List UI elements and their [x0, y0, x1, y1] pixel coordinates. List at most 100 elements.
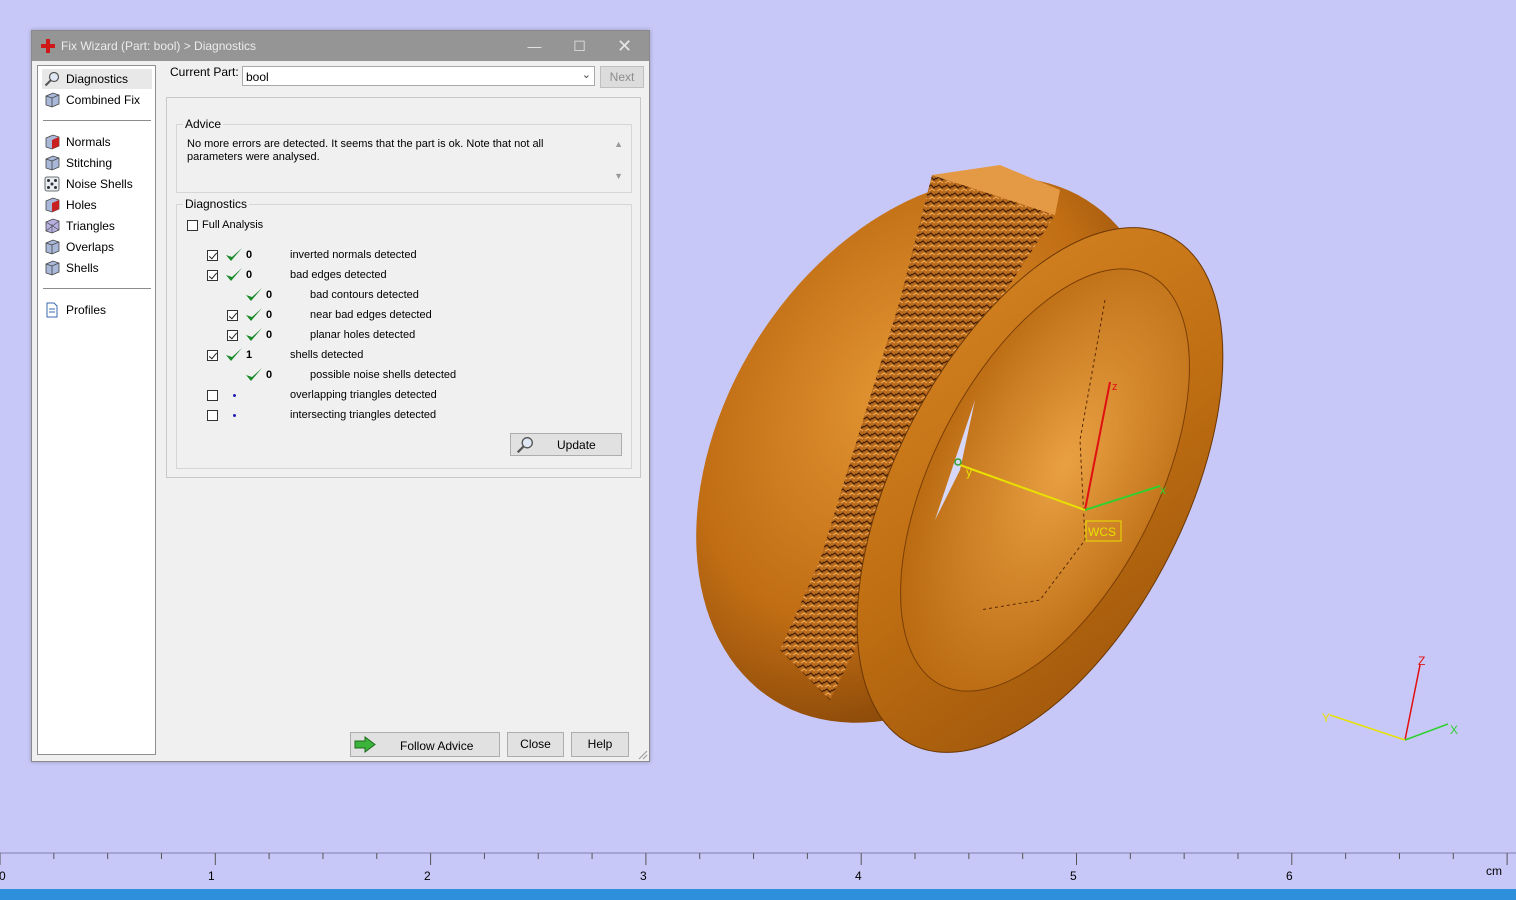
diag-label: planar holes detected: [310, 329, 416, 341]
green-arrow-icon: [354, 736, 376, 753]
cube-icon: [45, 239, 60, 255]
close-button[interactable]: Close: [507, 732, 564, 757]
current-part-select[interactable]: bool ⌄: [242, 66, 595, 86]
minimize-button[interactable]: —: [512, 31, 557, 61]
nav-item-label: Noise Shells: [66, 177, 133, 191]
diag-checkbox-shells[interactable]: [207, 350, 218, 361]
nav-item-combined-fix[interactable]: Combined Fix: [42, 90, 152, 110]
close-window-button[interactable]: ✕: [602, 31, 647, 61]
wcs-y-label: y: [966, 465, 972, 479]
check-icon: [246, 328, 262, 341]
ring-part[interactable]: [600, 91, 1299, 810]
nav-item-shells[interactable]: Shells: [42, 258, 152, 278]
follow-advice-button[interactable]: Follow Advice: [350, 732, 500, 757]
triad-y-label: Y: [1322, 711, 1330, 725]
ruler-label: 4: [855, 869, 862, 883]
cube-icon: [45, 197, 60, 213]
diag-label: near bad edges detected: [310, 309, 432, 321]
wcs-x-label: x: [1160, 483, 1166, 497]
nav-item-profiles[interactable]: Profiles: [42, 300, 152, 320]
nav-item-label: Profiles: [66, 303, 107, 317]
ruler-label: 3: [640, 869, 647, 883]
nav-item-label: Holes: [66, 198, 97, 212]
ruler-label: 5: [1070, 869, 1077, 883]
ruler-label: 0: [0, 869, 6, 883]
nav-item-diagnostics[interactable]: Diagnostics: [42, 69, 152, 89]
diag-label: bad edges detected: [290, 269, 387, 281]
diag-label: intersecting triangles detected: [290, 409, 437, 421]
diag-label: shells detected: [290, 349, 364, 361]
title-bar[interactable]: Fix Wizard (Part: bool) > Diagnostics — …: [32, 31, 649, 61]
ruler-label: 1: [208, 869, 215, 883]
cube-icon: [45, 92, 60, 108]
diag-checkbox-overlapping-triangles[interactable]: [207, 390, 218, 401]
diag-count: 0: [246, 269, 253, 281]
diag-checkbox-near-bad-edges[interactable]: [227, 310, 238, 321]
diag-count: 0: [246, 249, 253, 261]
magnifier-icon: [516, 437, 533, 454]
wcs-label: WCS: [1088, 525, 1116, 539]
scroll-up-icon[interactable]: ▲: [614, 139, 623, 149]
diagnostics-title: Diagnostics: [183, 197, 250, 211]
scroll-down-icon[interactable]: ▼: [614, 171, 623, 181]
follow-advice-label: Follow Advice: [400, 739, 474, 753]
diag-count: 0: [266, 289, 273, 301]
check-icon: [226, 348, 242, 361]
diag-count: 1: [246, 349, 253, 361]
maximize-button[interactable]: ☐: [557, 31, 602, 61]
nav-item-label: Triangles: [66, 219, 115, 233]
cube-icon: [45, 260, 60, 276]
diag-checkbox-intersecting-triangles[interactable]: [207, 410, 218, 421]
cube-icon: [45, 218, 60, 234]
diag-count: 0: [266, 369, 273, 381]
next-button[interactable]: Next: [600, 66, 644, 88]
triad-y-axis: [1329, 714, 1406, 741]
help-button[interactable]: Help: [571, 732, 629, 757]
update-label: Update: [557, 438, 596, 452]
nav-item-normals[interactable]: Normals: [42, 132, 152, 152]
nav-item-triangles[interactable]: Triangles: [42, 216, 152, 236]
nav-item-label: Diagnostics: [66, 72, 129, 86]
wcs-z-label: z: [1112, 381, 1118, 393]
check-icon: [246, 368, 262, 381]
diag-label: inverted normals detected: [290, 249, 417, 261]
orientation-triad: Z Y X: [1322, 654, 1458, 741]
nav-divider: [43, 120, 151, 121]
check-icon: [226, 248, 242, 261]
resize-grip-icon[interactable]: [638, 750, 648, 760]
nav-item-holes[interactable]: Holes: [42, 195, 152, 215]
diag-count: 0: [266, 309, 273, 321]
full-analysis-checkbox[interactable]: [187, 220, 198, 231]
fix-wizard-dialog: Fix Wizard (Part: bool) > Diagnostics — …: [31, 30, 650, 762]
window-title: Fix Wizard (Part: bool) > Diagnostics: [61, 39, 257, 53]
magnifier-icon: [44, 71, 60, 87]
nav-item-label: Overlaps: [66, 240, 115, 254]
chevron-down-icon: ⌄: [581, 69, 591, 81]
nav-item-overlaps[interactable]: Overlaps: [42, 237, 152, 257]
triad-x-label: X: [1450, 723, 1458, 737]
pending-dot-icon: [233, 414, 236, 417]
diag-checkbox-bad-edges[interactable]: [207, 270, 218, 281]
dice-icon: [44, 176, 60, 192]
diag-checkbox-planar-holes[interactable]: [227, 330, 238, 341]
diagnostics-group: Diagnostics Full Analysis 0 inverted nor…: [176, 197, 632, 469]
triad-x-axis: [1404, 723, 1449, 741]
triad-z-label: Z: [1418, 654, 1425, 668]
diag-checkbox-inverted-normals[interactable]: [207, 250, 218, 261]
ruler-label: 2: [424, 869, 431, 883]
advice-title: Advice: [183, 117, 224, 131]
check-icon: [246, 308, 262, 321]
nav-item-noise-shells[interactable]: Noise Shells: [42, 174, 152, 194]
check-icon: [226, 268, 242, 281]
diag-label: overlapping triangles detected: [290, 389, 437, 401]
nav-item-stitching[interactable]: Stitching: [42, 153, 152, 173]
red-cross-icon: [41, 39, 55, 53]
diagnostics-panel: Advice No more errors are detected. It s…: [166, 97, 641, 478]
current-part-value: bool: [246, 70, 269, 84]
update-button[interactable]: Update: [510, 433, 622, 456]
document-icon: [46, 302, 58, 318]
nav-item-label: Shells: [66, 261, 99, 275]
status-bar: [0, 889, 1516, 900]
ruler: 0 1 2 3 4 5 6 cm: [0, 850, 1516, 890]
current-part-label: Current Part:: [170, 65, 239, 79]
